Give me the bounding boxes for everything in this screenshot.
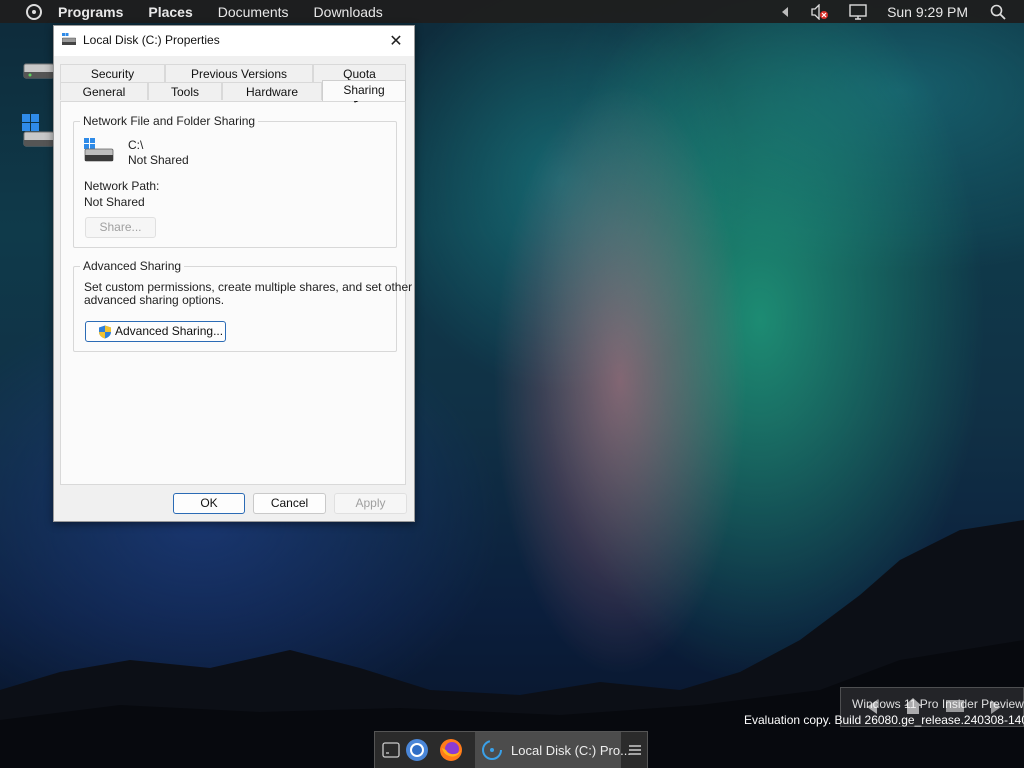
network-path-label: Network Path:	[84, 179, 160, 193]
menu-documents[interactable]: Documents	[218, 4, 289, 20]
drive-title-icon	[62, 33, 76, 45]
watermark-edition: Windows 11 Pro Insider Preview	[852, 697, 1024, 711]
advanced-sharing-description-1: Set custom permissions, create multiple …	[84, 280, 413, 294]
clock[interactable]: Sun 9:29 PM	[887, 4, 968, 20]
dock: Local Disk (C:) Pro...	[374, 731, 648, 768]
tab-hardware[interactable]: Hardware	[222, 82, 322, 100]
apply-button[interactable]: Apply	[334, 493, 407, 514]
system-tray: Sun 9:29 PM	[767, 0, 1024, 23]
uac-shield-icon	[99, 325, 111, 339]
menu-logo-icon[interactable]	[24, 2, 44, 22]
disk-properties-icon	[482, 740, 502, 760]
advanced-sharing-group: Advanced Sharing Set custom permissions,…	[73, 259, 412, 352]
dock-menu-icon[interactable]	[627, 742, 643, 758]
taskbar-item-properties[interactable]: Local Disk (C:) Pro...	[475, 732, 631, 768]
tab-sharing[interactable]: Sharing	[322, 80, 406, 101]
network-sharing-legend: Network File and Folder Sharing	[80, 114, 259, 128]
properties-window: Local Disk (C:) Properties ✕ Security Pr…	[53, 25, 415, 522]
tab-security[interactable]: Security	[60, 64, 165, 82]
firefox-icon[interactable]	[439, 738, 463, 762]
drive-icon	[84, 138, 114, 162]
watermark-build: Evaluation copy. Build 26080.ge_release.…	[744, 713, 1024, 727]
terminal-icon[interactable]	[379, 738, 403, 762]
desktop-drive-icon[interactable]	[22, 56, 56, 88]
desktop-windows-drive-icon[interactable]	[22, 114, 56, 147]
advanced-sharing-description-2: advanced sharing options.	[84, 293, 225, 307]
drive-share-status: Not Shared	[128, 153, 189, 167]
ok-button[interactable]: OK	[173, 493, 245, 514]
display-icon[interactable]	[849, 3, 867, 20]
menu-programs[interactable]: Programs	[58, 4, 123, 20]
tab-tools[interactable]: Tools	[148, 82, 222, 100]
volume-muted-icon[interactable]	[811, 3, 829, 20]
advanced-sharing-button-label: Advanced Sharing...	[115, 324, 224, 338]
title-bar[interactable]: Local Disk (C:) Properties ✕	[54, 26, 414, 56]
window-title: Local Disk (C:) Properties	[83, 33, 220, 47]
cancel-button[interactable]: Cancel	[253, 493, 326, 514]
advanced-sharing-button[interactable]: Advanced Sharing...	[85, 321, 226, 342]
chromium-icon[interactable]	[405, 738, 429, 762]
network-path-value: Not Shared	[84, 195, 145, 209]
share-button[interactable]: Share...	[85, 217, 156, 238]
taskbar-item-label: Local Disk (C:) Pro...	[511, 743, 631, 758]
tab-general[interactable]: General	[60, 82, 148, 100]
search-icon[interactable]	[990, 4, 1006, 20]
tray-arrow-icon[interactable]	[781, 6, 789, 17]
top-panel: Programs Places Documents Downloads Sun …	[0, 0, 1024, 23]
menu-downloads[interactable]: Downloads	[314, 4, 383, 20]
drive-name: C:\	[128, 138, 144, 152]
sharing-tab-panel: Network File and Folder Sharing C:\ Not …	[60, 101, 412, 485]
tab-previous-versions[interactable]: Previous Versions	[165, 64, 313, 82]
close-button[interactable]: ✕	[384, 29, 408, 53]
menu-places[interactable]: Places	[148, 4, 192, 20]
close-icon: ✕	[389, 33, 403, 50]
advanced-sharing-legend: Advanced Sharing	[80, 259, 185, 273]
network-sharing-group: Network File and Folder Sharing C:\ Not …	[73, 114, 397, 248]
